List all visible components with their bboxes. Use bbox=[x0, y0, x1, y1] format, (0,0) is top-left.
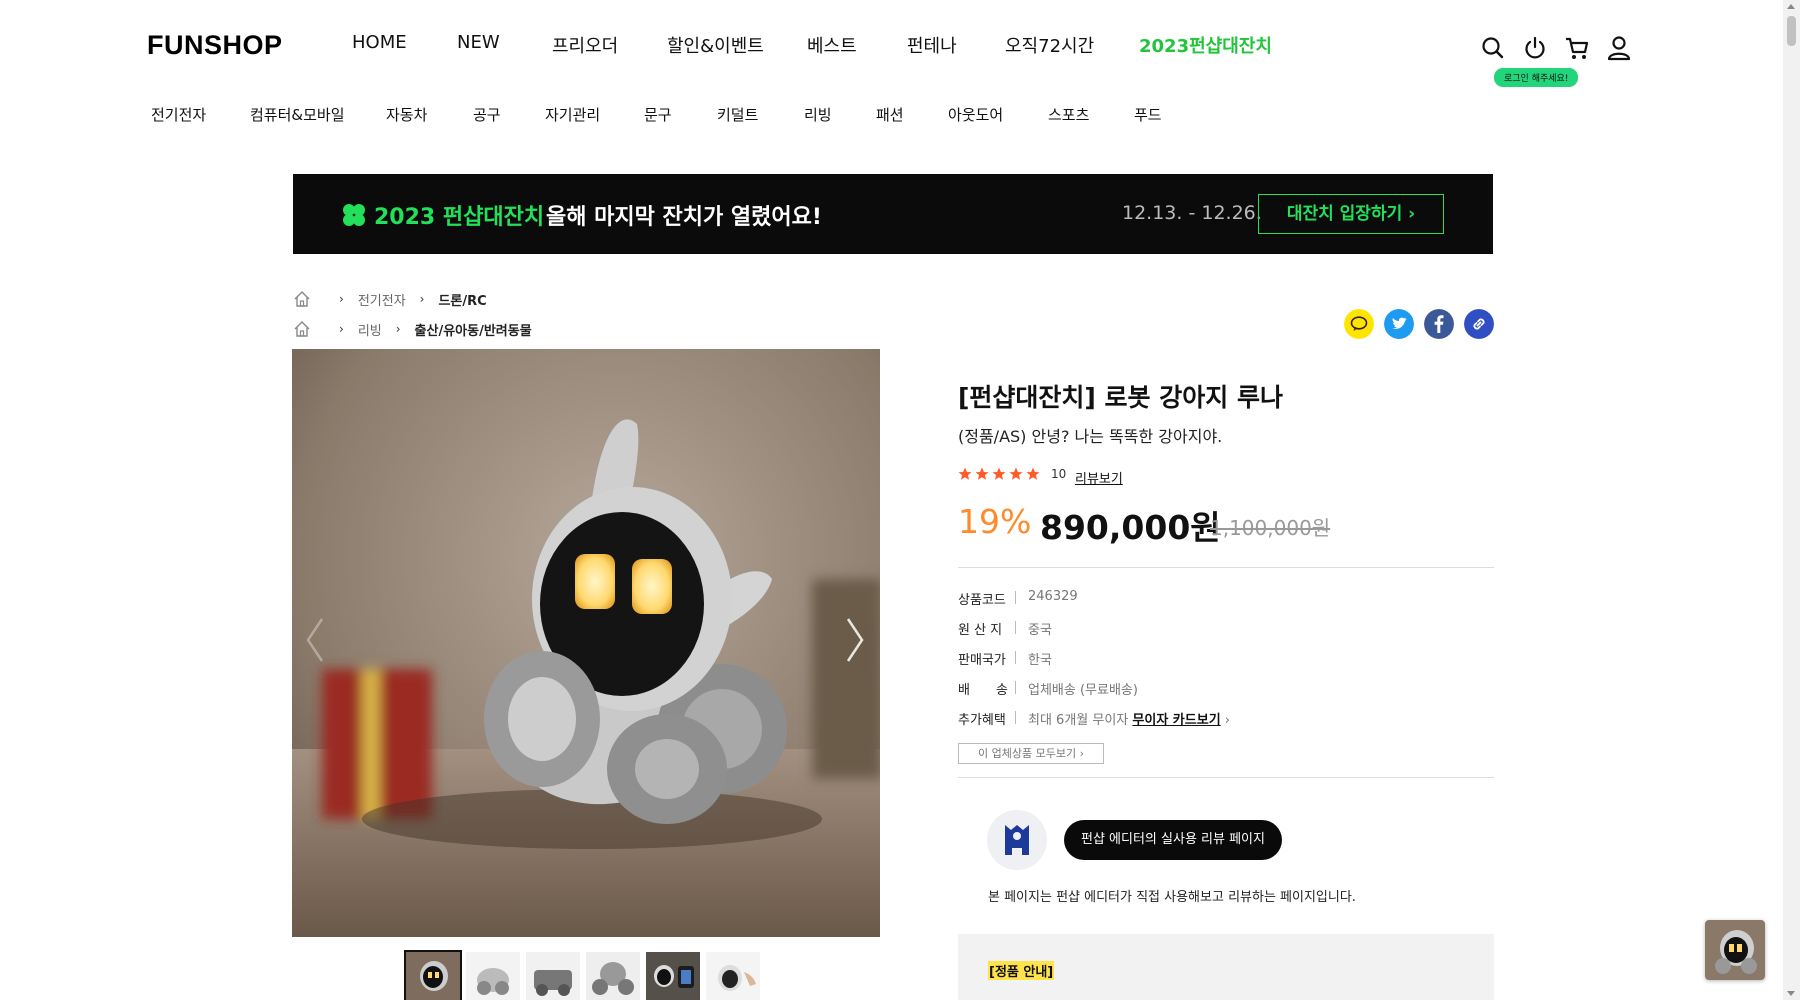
kakaotalk-icon[interactable] bbox=[1344, 309, 1374, 339]
spec-key: 판매국가 bbox=[958, 653, 1006, 668]
thumbnail[interactable] bbox=[586, 952, 640, 1000]
breadcrumb-item[interactable]: 출산/유아동/반려동물 bbox=[415, 320, 532, 339]
category-car[interactable]: 자동차 bbox=[386, 104, 427, 125]
link-icon[interactable] bbox=[1464, 309, 1494, 339]
editor-review-page-button[interactable]: 펀샵 에디터의 실사용 리뷰 페이지 bbox=[1064, 820, 1282, 860]
spec-value: 최대 6개월 무이자 무이자 카드보기 › bbox=[1028, 713, 1230, 728]
home-icon[interactable] bbox=[293, 320, 311, 338]
product-title: [펀샵대잔치] 로봇 강아지 루나 bbox=[958, 383, 1283, 412]
banner-subtitle: 올해 마지막 잔치가 열렸어요! bbox=[546, 205, 822, 230]
breadcrumb: › 리빙 › 출산/유아동/반려동물 bbox=[293, 319, 532, 339]
facebook-icon[interactable] bbox=[1424, 309, 1454, 339]
category-fashion[interactable]: 패션 bbox=[876, 104, 904, 125]
category-stationery[interactable]: 문구 bbox=[644, 104, 672, 125]
spec-value: 한국 bbox=[1028, 653, 1052, 668]
category-selfcare[interactable]: 자기관리 bbox=[545, 104, 600, 125]
category-electronics[interactable]: 전기전자 bbox=[151, 104, 206, 125]
thumbnail[interactable] bbox=[404, 950, 462, 1000]
nav-72hours[interactable]: 오직72시간 bbox=[1005, 32, 1094, 58]
interest-free-card-link[interactable]: 무이자 카드보기 bbox=[1132, 713, 1220, 728]
funshop-logo[interactable]: FUNSHOP bbox=[147, 30, 283, 61]
nav-best[interactable]: 베스트 bbox=[807, 32, 857, 58]
spec-key: 원 산 지 bbox=[958, 623, 1003, 638]
category-outdoor[interactable]: 아웃도어 bbox=[948, 104, 1003, 125]
breadcrumb: › 전기전자 › 드론/RC bbox=[293, 289, 487, 309]
editor-description: 본 페이지는 펀샵 에디터가 직접 사용해보고 리뷰하는 페이지입니다. bbox=[988, 890, 1356, 905]
star-rating-icon bbox=[958, 467, 1040, 480]
category-computer-mobile[interactable]: 컴퓨터&모바일 bbox=[250, 104, 345, 125]
nav-preorder[interactable]: 프리오더 bbox=[552, 32, 618, 58]
breadcrumb-separator: › bbox=[339, 292, 344, 306]
scrollbar-thumb[interactable] bbox=[1787, 16, 1796, 46]
cart-icon[interactable] bbox=[1564, 34, 1590, 62]
review-count: 10 bbox=[1051, 467, 1067, 481]
spec-value: 중국 bbox=[1028, 623, 1052, 638]
thumbnail[interactable] bbox=[526, 952, 580, 1000]
breadcrumb-separator: › bbox=[339, 322, 344, 336]
user-icon[interactable] bbox=[1606, 34, 1632, 62]
banner-date: 12.13. - 12.26. bbox=[1122, 202, 1262, 224]
spec-value: 246329 bbox=[1028, 589, 1078, 604]
breadcrumb-item[interactable]: 드론/RC bbox=[438, 290, 486, 309]
clover-icon bbox=[343, 204, 365, 226]
all-vendor-products-button[interactable]: 이 업체상품 모두보기 › bbox=[958, 743, 1104, 764]
floating-product-thumbnail[interactable] bbox=[1705, 920, 1765, 980]
category-living[interactable]: 리빙 bbox=[804, 104, 832, 125]
scroll-up-arrow-icon[interactable] bbox=[1787, 4, 1795, 9]
twitter-icon[interactable] bbox=[1384, 309, 1414, 339]
spec-key: 배 송 bbox=[958, 683, 1008, 698]
editor-avatar bbox=[987, 810, 1047, 870]
spec-key: 추가혜택 bbox=[958, 713, 1006, 728]
notice-title: [정품 안내] bbox=[988, 961, 1055, 980]
festival-banner[interactable]: 2023 펀샵대잔치 올해 마지막 잔치가 열렸어요! 12.13. - 12.… bbox=[293, 174, 1493, 254]
page-scrollbar[interactable] bbox=[1783, 0, 1800, 1000]
divider bbox=[1015, 591, 1016, 604]
breadcrumb-separator: › bbox=[419, 292, 425, 306]
divider bbox=[1015, 621, 1016, 634]
search-icon[interactable] bbox=[1480, 34, 1506, 62]
next-image-arrow[interactable] bbox=[840, 615, 870, 665]
breadcrumb-item[interactable]: 전기전자 bbox=[358, 290, 406, 309]
notice-box: [정품 안내] bbox=[958, 934, 1494, 1000]
divider bbox=[1015, 651, 1016, 664]
thumbnail[interactable] bbox=[706, 952, 760, 1000]
breadcrumb-separator: › bbox=[395, 322, 401, 336]
divider bbox=[1015, 711, 1016, 724]
category-tools[interactable]: 공구 bbox=[473, 104, 501, 125]
thumbnail[interactable] bbox=[646, 952, 700, 1000]
home-icon[interactable] bbox=[293, 290, 311, 308]
divider bbox=[958, 777, 1494, 778]
category-sports[interactable]: 스포츠 bbox=[1048, 104, 1089, 125]
category-kidult[interactable]: 키덜트 bbox=[717, 104, 758, 125]
category-food[interactable]: 푸드 bbox=[1134, 104, 1162, 125]
sale-price: 890,000원 bbox=[1040, 508, 1221, 547]
rating-stars: 10 bbox=[958, 467, 1066, 481]
product-main-image[interactable] bbox=[292, 349, 880, 937]
all-products-label: 이 업체상품 모두보기 bbox=[978, 747, 1077, 760]
scroll-down-arrow-icon[interactable] bbox=[1787, 991, 1795, 996]
nav-sale-event[interactable]: 할인&이벤트 bbox=[667, 32, 764, 58]
original-price: 1,100,000원 bbox=[1210, 516, 1331, 540]
nav-home[interactable]: HOME bbox=[352, 32, 407, 53]
benefit-text: 최대 6개월 무이자 bbox=[1028, 713, 1129, 728]
divider bbox=[958, 567, 1494, 568]
prev-image-arrow[interactable] bbox=[300, 615, 330, 665]
breadcrumb-item[interactable]: 리빙 bbox=[358, 320, 382, 339]
nav-funtenna[interactable]: 펀테나 bbox=[907, 32, 957, 58]
utility-icons bbox=[1480, 34, 1640, 64]
login-tooltip: 로그인 해주세요! bbox=[1494, 68, 1579, 87]
product-subtitle: (정품/AS) 안녕? 나는 똑똑한 강아지야. bbox=[958, 427, 1223, 446]
banner-title: 2023 펀샵대잔치 bbox=[374, 205, 545, 230]
spec-key: 상품코드 bbox=[958, 593, 1006, 608]
divider bbox=[1015, 681, 1016, 694]
review-link[interactable]: 리뷰보기 bbox=[1075, 468, 1123, 487]
discount-rate: 19% bbox=[958, 502, 1032, 541]
nav-new[interactable]: NEW bbox=[457, 32, 500, 53]
spec-value: 업체배송 (무료배송) bbox=[1028, 683, 1138, 698]
festival-enter-button[interactable]: 대잔치 입장하기 › bbox=[1258, 194, 1444, 234]
nav-2023-festival[interactable]: 2023펀샵대잔치 bbox=[1139, 32, 1272, 58]
category-nav: 전기전자 컴퓨터&모바일 자동차 공구 자기관리 문구 키덜트 리빙 패션 아웃… bbox=[0, 104, 1300, 128]
power-icon[interactable] bbox=[1522, 34, 1548, 62]
thumbnail[interactable] bbox=[466, 952, 520, 1000]
